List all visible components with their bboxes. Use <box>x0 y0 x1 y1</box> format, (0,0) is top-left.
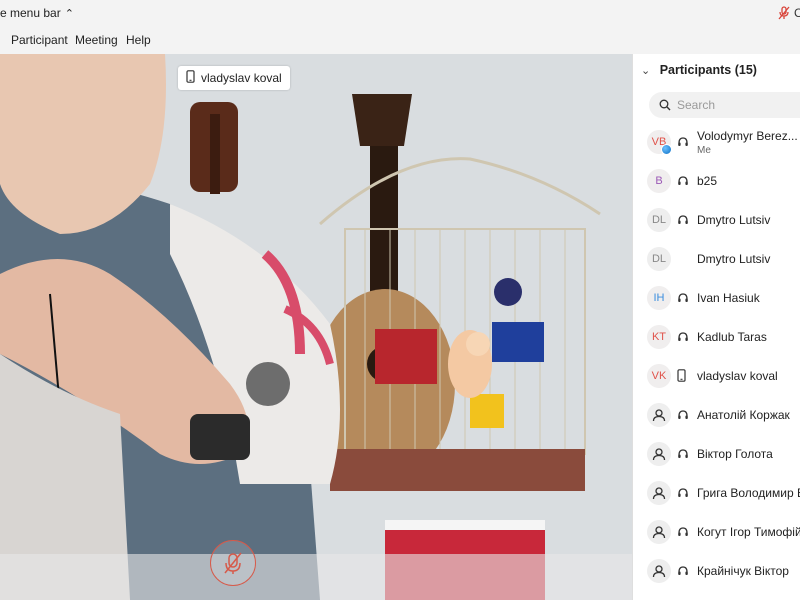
headset-icon <box>677 330 689 348</box>
cage-tray <box>330 449 585 491</box>
participant-name: Dmytro Lutsiv <box>697 252 771 266</box>
hide-menu-bar-toggle[interactable]: e menu bar ⌃ <box>0 6 74 20</box>
search-icon <box>659 99 671 111</box>
participant-row[interactable]: Грига Володимир В <box>633 475 800 514</box>
hide-menu-label: e menu bar <box>0 6 61 20</box>
headset-icon <box>677 213 689 231</box>
video-feed[interactable]: vladyslav koval <box>0 54 632 600</box>
participant-name: Kadlub Taras <box>697 330 767 344</box>
participant-name: vladyslav koval <box>697 369 778 383</box>
participant-name: Volodymyr Berez... <box>697 129 798 143</box>
menu-participant[interactable]: Participant <box>11 33 68 47</box>
muted-mic-indicator <box>210 540 256 586</box>
avatar: VK <box>647 364 671 388</box>
headset-icon <box>677 564 689 582</box>
participants-panel: ⌄ Participants (15) Search VB Volodymyr … <box>632 54 800 600</box>
participant-row[interactable]: Анатолій Коржак <box>633 397 800 436</box>
network-status-icon <box>661 144 672 155</box>
menu-help[interactable]: Help <box>126 33 151 47</box>
participant-row[interactable]: Віктор Голота <box>633 436 800 475</box>
headset-icon <box>677 525 689 543</box>
mic-muted-icon <box>224 552 242 574</box>
menu-meeting[interactable]: Meeting <box>75 33 118 47</box>
user-avatar-icon <box>647 520 671 544</box>
avatar: B <box>647 169 671 193</box>
avatar: KT <box>647 325 671 349</box>
headset-icon <box>677 174 689 192</box>
participant-name: Грига Володимир В <box>697 486 800 500</box>
participant-row[interactable]: VK vladyslav koval <box>633 358 800 397</box>
chevron-up-icon: ⌃ <box>64 8 74 20</box>
participants-title: Participants (15) <box>659 63 757 77</box>
menu-meeting-label: Meeting <box>75 33 118 47</box>
participant-row[interactable]: DL Dmytro Lutsiv <box>633 202 800 241</box>
participant-name: Віктор Голота <box>697 447 773 461</box>
user-avatar-icon <box>647 481 671 505</box>
participant-row[interactable]: Когут Ігор Тимофій <box>633 514 800 553</box>
wrist-watch <box>190 414 250 460</box>
user-avatar-icon <box>647 403 671 427</box>
headset-icon <box>677 291 689 309</box>
participant-name: Dmytro Lutsiv <box>697 213 771 227</box>
participant-list: VB Volodymyr Berez... Me B b25 DL Dmytro… <box>633 124 800 592</box>
menu-participant-label: Participant <box>11 33 68 47</box>
phone-icon <box>186 70 195 86</box>
participants-header[interactable]: ⌄ Participants (15) <box>641 63 757 77</box>
avatar: DL <box>647 208 671 232</box>
participant-name: Анатолій Коржак <box>697 408 790 422</box>
participant-name: Ivan Hasiuk <box>697 291 760 305</box>
search-participants[interactable]: Search <box>649 92 800 118</box>
participant-row[interactable]: B b25 <box>633 163 800 202</box>
participant-name: b25 <box>697 174 718 188</box>
chevron-down-icon: ⌄ <box>641 65 651 77</box>
guitar-left <box>190 102 238 194</box>
mic-muted-icon[interactable] <box>778 6 790 25</box>
participant-row[interactable]: KT Kadlub Taras <box>633 319 800 358</box>
participant-name: Крайнічук Віктор <box>697 564 789 578</box>
avatar: IH <box>647 286 671 310</box>
headset-icon <box>677 135 689 153</box>
participant-name: Когут Ігор Тимофій <box>697 525 800 539</box>
video-frame <box>0 54 632 600</box>
headset-icon <box>677 447 689 465</box>
video-name-label: vladyslav koval <box>201 71 282 85</box>
headset-icon <box>677 408 689 426</box>
top-strip: e menu bar ⌃ C <box>0 0 800 26</box>
participant-sub: Me <box>697 145 711 156</box>
participant-row[interactable]: Крайнічук Віктор <box>633 553 800 592</box>
user-avatar-icon <box>647 559 671 583</box>
headset-icon <box>677 486 689 504</box>
top-right-label: C <box>794 6 800 20</box>
video-name-tag: vladyslav koval <box>178 66 290 90</box>
menu-help-label: Help <box>126 33 151 47</box>
search-placeholder: Search <box>677 98 716 112</box>
participant-row[interactable]: VB Volodymyr Berez... Me <box>633 124 800 163</box>
menu-bar: Participant Meeting Help <box>0 26 800 55</box>
participant-row[interactable]: IH Ivan Hasiuk <box>633 280 800 319</box>
phone-icon <box>677 369 686 387</box>
participant-row[interactable]: DL Dmytro Lutsiv <box>633 241 800 280</box>
avatar: DL <box>647 247 671 271</box>
user-avatar-icon <box>647 442 671 466</box>
